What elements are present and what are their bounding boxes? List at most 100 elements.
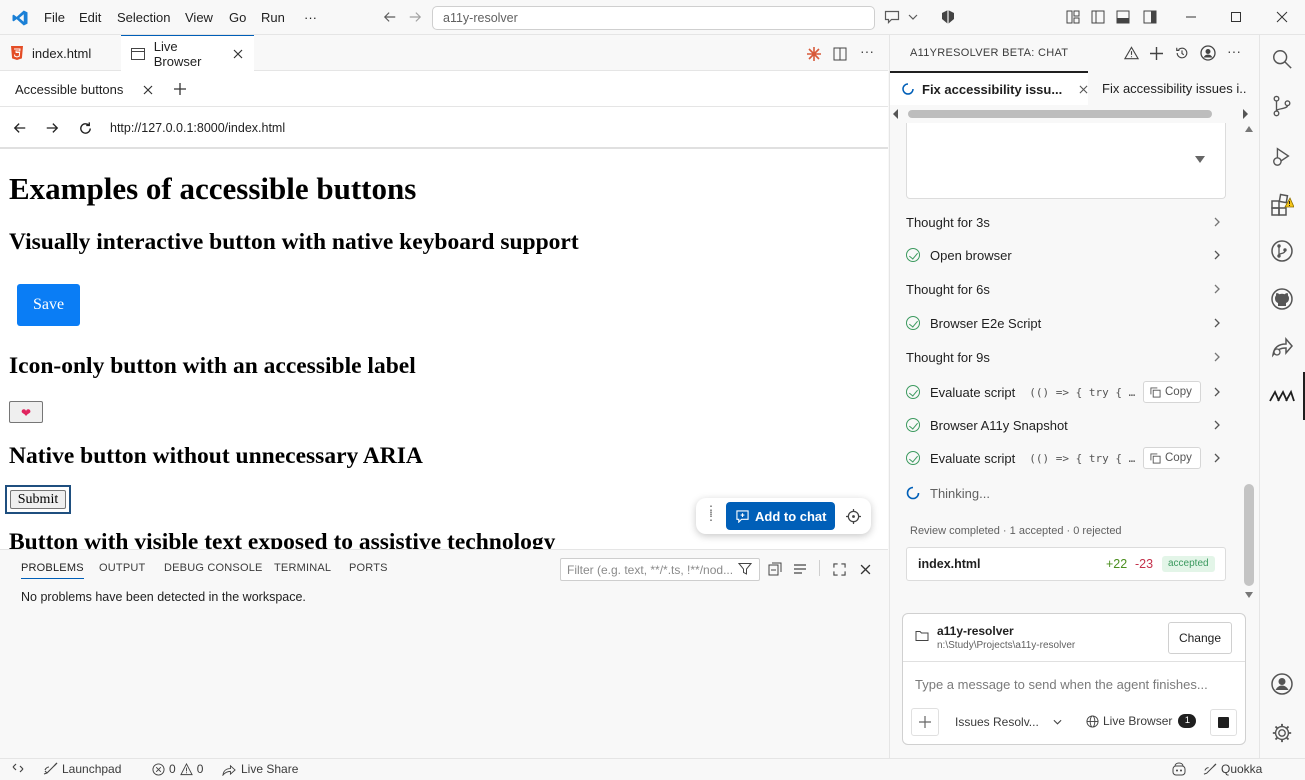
close-icon[interactable] — [1078, 83, 1088, 95]
step-thought-3s[interactable]: Thought for 3s — [906, 207, 1224, 237]
panel-tab-terminal[interactable]: TERMINAL — [274, 562, 331, 574]
reload-icon[interactable] — [76, 119, 94, 137]
run-debug-icon[interactable] — [1268, 142, 1296, 170]
submit-button[interactable]: Submit — [10, 490, 66, 509]
copy-button[interactable]: Copy — [1143, 381, 1201, 403]
drag-handle-icon[interactable]: ⋮ ⋮ — [705, 504, 717, 522]
toggle-secondary-sidebar-icon[interactable] — [1142, 9, 1158, 25]
chevron-down-icon[interactable] — [906, 10, 920, 24]
tab-index-html[interactable]: index.html — [0, 35, 120, 71]
stop-button[interactable] — [1210, 709, 1237, 736]
browser-back-icon[interactable] — [12, 120, 28, 136]
close-panel-icon[interactable] — [857, 561, 873, 577]
tabs-scroll-right-icon[interactable] — [1242, 109, 1248, 119]
agent-mode-select[interactable]: Issues Resolv... — [955, 715, 1062, 729]
window-close-icon[interactable] — [1274, 9, 1290, 25]
command-center-search[interactable]: a11y-resolver — [432, 6, 875, 30]
history-icon[interactable] — [1173, 44, 1191, 62]
menu-file[interactable]: File — [44, 0, 65, 35]
account-icon[interactable] — [1199, 44, 1217, 62]
panel-tab-output[interactable]: OUTPUT — [99, 562, 145, 574]
check-circle-icon — [906, 451, 920, 465]
step-evaluate-script-2[interactable]: Evaluate script (() => { try { … Copy — [906, 443, 1224, 473]
copy-button[interactable]: Copy — [1143, 447, 1201, 469]
maximize-panel-icon[interactable] — [831, 561, 847, 577]
add-to-chat-button[interactable]: Add to chat — [726, 502, 835, 530]
changed-file-row[interactable]: index.html +22 -23 accepted — [906, 547, 1226, 581]
panel-tab-debug-console[interactable]: DEBUG CONSOLE — [164, 562, 263, 574]
accounts-icon[interactable] — [1268, 670, 1296, 698]
quokka-item[interactable]: Quokka — [1202, 762, 1262, 776]
source-control-icon[interactable] — [1268, 92, 1296, 120]
scroll-up-icon[interactable] — [1245, 125, 1253, 135]
chat-tab-active[interactable]: Fix accessibility issu... — [890, 71, 1088, 105]
panel-tab-problems[interactable]: PROBLEMS — [21, 562, 84, 579]
warning-icon[interactable] — [1122, 44, 1140, 62]
chat-comment-icon[interactable] — [883, 9, 901, 25]
chat-tab-2[interactable]: Fix accessibility issues i... — [1102, 71, 1247, 105]
nav-back-icon[interactable] — [382, 9, 398, 25]
element-picker-icon[interactable] — [845, 508, 861, 524]
collapse-all-icon[interactable] — [767, 561, 783, 577]
github-icon[interactable] — [1268, 285, 1296, 313]
tabs-scrollbar[interactable] — [908, 110, 1212, 118]
add-context-button[interactable] — [911, 708, 939, 736]
more-actions-icon[interactable]: ··· — [860, 43, 874, 59]
remote-share-icon[interactable] — [1268, 332, 1296, 360]
menu-selection[interactable]: Selection — [117, 0, 170, 35]
step-browser-a11y-snapshot[interactable]: Browser A11y Snapshot — [906, 410, 1224, 440]
toggle-panel-icon[interactable] — [1115, 9, 1131, 25]
launchpad-item[interactable]: Launchpad — [42, 762, 121, 776]
window-maximize-icon[interactable] — [1228, 9, 1244, 25]
toggle-primary-sidebar-icon[interactable] — [1090, 9, 1106, 25]
step-browser-e2e-script[interactable]: Browser E2e Script — [906, 308, 1224, 338]
save-button[interactable]: Save — [17, 284, 80, 326]
menu-view[interactable]: View — [185, 0, 213, 35]
chat-scrollbar-thumb[interactable] — [1244, 484, 1254, 586]
git-graph-icon[interactable] — [1268, 237, 1296, 265]
close-icon[interactable] — [141, 83, 155, 97]
menu-run[interactable]: Run — [261, 0, 285, 35]
step-thought-9s[interactable]: Thought for 9s — [906, 342, 1224, 372]
window-minimize-icon[interactable] — [1183, 9, 1199, 25]
chat-message-input[interactable]: Type a message to send when the agent fi… — [915, 677, 1208, 692]
close-icon[interactable] — [231, 47, 244, 61]
extensions-icon[interactable] — [1268, 191, 1296, 219]
nav-forward-icon[interactable] — [407, 9, 423, 25]
problems-status[interactable]: 0 0 — [152, 762, 203, 776]
scroll-down-icon[interactable] — [1245, 591, 1253, 601]
more-actions-icon[interactable]: ··· — [1227, 43, 1241, 59]
search-icon[interactable] — [1268, 45, 1296, 73]
browser-tab-label[interactable]: Accessible buttons — [15, 82, 123, 97]
spark-icon[interactable] — [805, 45, 823, 63]
copilot-shield-icon[interactable] — [940, 9, 956, 25]
menu-edit[interactable]: Edit — [79, 0, 101, 35]
tabs-scroll-left-icon[interactable] — [893, 109, 899, 119]
change-workspace-button[interactable]: Change — [1168, 622, 1232, 654]
new-tab-icon[interactable] — [172, 81, 188, 97]
remote-indicator[interactable] — [12, 762, 24, 774]
heart-button[interactable]: ❤ — [9, 401, 43, 423]
step-evaluate-script-1[interactable]: Evaluate script (() => { try { … Copy — [906, 377, 1224, 407]
layout-customize-icon[interactable] — [1065, 9, 1081, 25]
step-open-browser[interactable]: Open browser — [906, 240, 1224, 270]
live-browser-context[interactable]: Live Browser 1 — [1086, 714, 1197, 728]
view-as-list-icon[interactable] — [792, 561, 808, 577]
filter-icon[interactable] — [738, 562, 752, 576]
new-chat-icon[interactable] — [1147, 44, 1165, 62]
folder-icon — [915, 630, 929, 642]
panel-tab-ports[interactable]: PORTS — [349, 562, 388, 574]
step-thought-6s[interactable]: Thought for 6s — [906, 274, 1224, 304]
tab-live-browser[interactable]: Live Browser — [121, 35, 254, 71]
menu-go[interactable]: Go — [229, 0, 246, 35]
split-editor-icon[interactable] — [831, 45, 849, 63]
chevron-down-icon[interactable] — [1195, 156, 1205, 164]
problems-filter-input[interactable]: Filter (e.g. text, **/*.ts, !**/nod... — [560, 558, 760, 581]
live-share-item[interactable]: Live Share — [222, 762, 298, 776]
a11y-resolver-icon[interactable] — [1268, 382, 1296, 410]
menu-more[interactable]: ··· — [304, 0, 317, 35]
settings-gear-icon[interactable] — [1268, 719, 1296, 747]
url-input[interactable]: http://127.0.0.1:8000/index.html — [110, 121, 285, 135]
browser-forward-icon[interactable] — [44, 120, 60, 136]
copilot-status[interactable] — [1171, 762, 1187, 776]
